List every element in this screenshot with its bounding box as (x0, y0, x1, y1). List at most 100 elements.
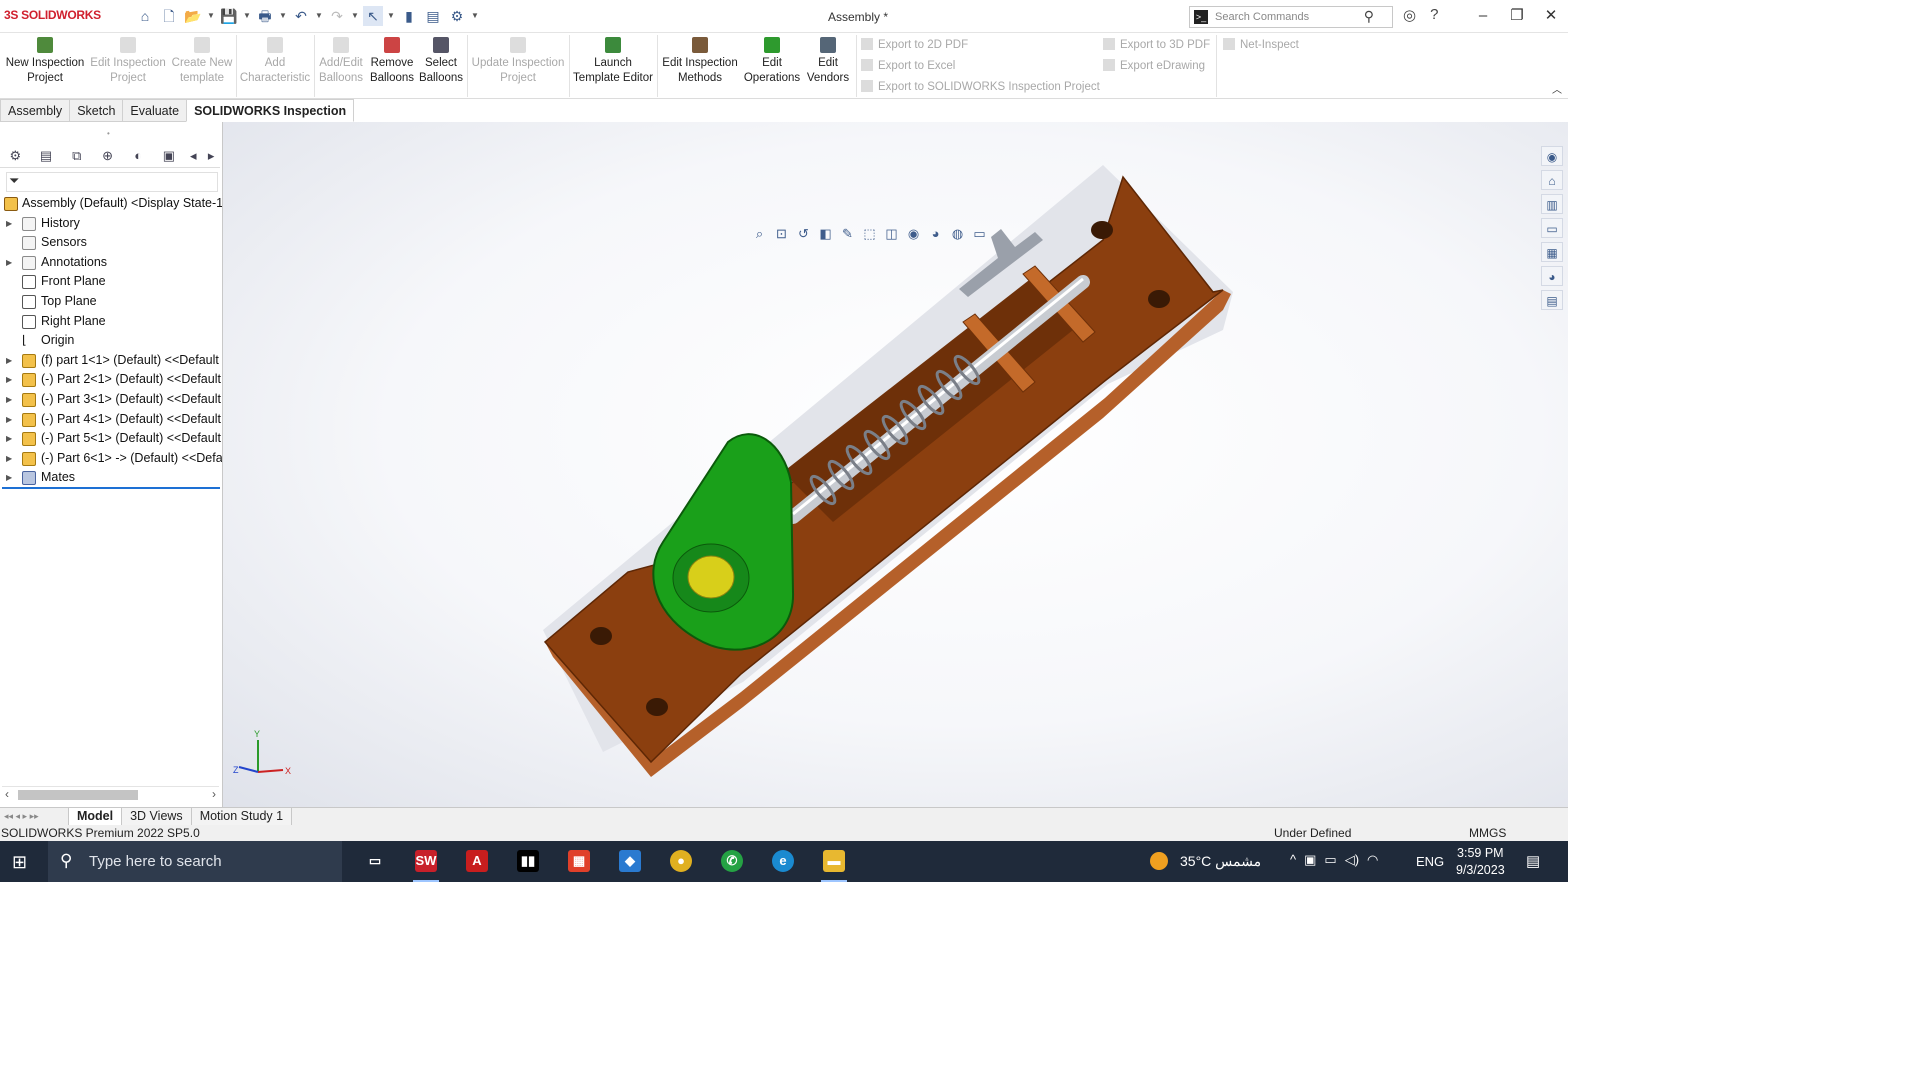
taskbar-app-office[interactable]: ▦ (554, 841, 605, 882)
expand-icon[interactable]: ▶ (6, 390, 12, 410)
tree-item-right-plane[interactable]: Right Plane (0, 312, 222, 332)
configuration-manager-icon[interactable]: ⧉ (61, 146, 92, 166)
select-icon[interactable]: ↖ (363, 6, 383, 26)
rollback-bar[interactable] (2, 487, 220, 489)
taskbar-app-explorer[interactable]: ▬ (809, 841, 860, 882)
tree-item-origin[interactable]: ⌊ Origin (0, 331, 222, 351)
edit-operations-button[interactable]: Edit Operations (743, 37, 801, 86)
options-gear-icon[interactable]: ⚙ (447, 6, 467, 26)
panel-grip-icon[interactable]: • (107, 129, 110, 138)
tree-item-part-5[interactable]: ▶ (-) Part 5<1> (Default) <<Default (0, 429, 222, 449)
camera-icon[interactable]: ▣ (1304, 852, 1316, 868)
chevron-down-icon[interactable]: ▼ (471, 6, 479, 26)
tree-item-front-plane[interactable]: Front Plane (0, 272, 222, 292)
wifi-icon[interactable]: ◠ (1367, 852, 1378, 868)
scroll-left-icon[interactable]: ‹ (5, 787, 9, 801)
expand-icon[interactable]: ▶ (6, 370, 12, 390)
scroll-right-icon[interactable]: › (212, 787, 216, 801)
tree-item-part-4[interactable]: ▶ (-) Part 4<1> (Default) <<Default (0, 410, 222, 430)
expand-icon[interactable]: ▶ (6, 429, 12, 449)
edit-inspection-methods-button[interactable]: Edit Inspection Methods (659, 37, 741, 86)
print-icon[interactable]: 🖶 (255, 6, 275, 26)
volume-icon[interactable]: ◁) (1345, 852, 1359, 868)
add-characteristic-button[interactable]: Add Characteristic (238, 37, 312, 86)
tree-item-top-plane[interactable]: Top Plane (0, 292, 222, 312)
select-balloons-button[interactable]: Select Balloons (418, 37, 464, 86)
expand-icon[interactable]: ▶ (6, 410, 12, 430)
notifications-icon[interactable]: ▤ (1526, 852, 1540, 870)
chevron-down-icon[interactable]: ▼ (351, 6, 359, 26)
chevron-down-icon[interactable]: ▼ (207, 6, 215, 26)
tree-item-history[interactable]: ▶ History (0, 214, 222, 234)
display-manager-icon[interactable]: ◐ (123, 146, 154, 166)
traffic-light-icon[interactable]: ▮ (399, 6, 419, 26)
view-palette-icon[interactable]: ▦ (1541, 242, 1563, 262)
net-inspect-button[interactable]: Net-Inspect (1223, 38, 1299, 51)
home-icon[interactable]: ⌂ (1541, 170, 1563, 190)
graphics-area[interactable]: ⌕ ⊡ ↺ ◧ ✎ ⬚ ◫ ◉ ◕ ◍ ▭ ◫ ◨ – ❐ ✕ (223, 122, 1568, 807)
tab-3d-views[interactable]: 3D Views (121, 808, 192, 826)
minimize-icon[interactable]: – (1466, 4, 1500, 28)
tab-assembly[interactable]: Assembly (0, 99, 71, 122)
search-commands[interactable]: >_ Search Commands ⚲ (1189, 6, 1393, 28)
tree-item-part-3[interactable]: ▶ (-) Part 3<1> (Default) <<Default (0, 390, 222, 410)
taskbar-search-input[interactable]: Type here to search (89, 853, 222, 870)
filter-field[interactable]: ⏷ (6, 172, 218, 192)
input-language[interactable]: ENG (1416, 854, 1444, 869)
search-input[interactable]: Search Commands (1215, 11, 1309, 23)
tab-model[interactable]: Model (68, 808, 123, 826)
new-inspection-project-button[interactable]: New Inspection Project (4, 37, 86, 86)
edit-vendors-button[interactable]: Edit Vendors (803, 37, 853, 86)
system-clock[interactable]: 3:59 PM 9/3/2023 (1456, 845, 1505, 879)
taskbar-app-edge[interactable]: e (758, 841, 809, 882)
tree-item-mates[interactable]: ▶ Mates (0, 468, 222, 488)
tree-item-part-6[interactable]: ▶ (-) Part 6<1> -> (Default) <<Defa (0, 449, 222, 469)
inspection-tree-icon[interactable]: ▣ (154, 146, 185, 166)
tree-item-annotations[interactable]: ▶ Annotations (0, 253, 222, 273)
taskbar-search[interactable]: ⚲ Type here to search (48, 841, 342, 882)
launch-template-editor-button[interactable]: Launch Template Editor (571, 37, 655, 86)
taskbar-app-media[interactable]: ▮▮ (503, 841, 554, 882)
taskbar-app-chrome[interactable]: ● (656, 841, 707, 882)
solidworks-logo[interactable]: 3S SOLIDWORKS (4, 8, 101, 22)
help-icon[interactable]: ? (1430, 6, 1438, 24)
search-icon[interactable]: ⚲ (1364, 8, 1374, 25)
tab-scroll-arrows[interactable]: ◂◂ ◂ ▸ ▸▸ (0, 808, 68, 826)
export-inspection-project-button[interactable]: Export to SOLIDWORKS Inspection Project (861, 80, 1100, 93)
expand-icon[interactable]: ▶ (6, 214, 12, 234)
task-view-icon[interactable]: ▭ (350, 841, 401, 882)
restore-icon[interactable]: ❐ (1500, 4, 1534, 28)
custom-properties-icon[interactable]: ▤ (1541, 290, 1563, 310)
user-icon[interactable]: ◎ (1403, 6, 1416, 24)
appearances-icon[interactable]: ◕ (1541, 266, 1563, 286)
file-properties-icon[interactable]: ▤ (423, 6, 443, 26)
edit-inspection-project-button[interactable]: Edit Inspection Project (88, 37, 168, 86)
redo-icon[interactable]: ↷ (327, 6, 347, 26)
filter-icon[interactable]: ⏷ (9, 173, 19, 188)
scrollbar-thumb[interactable] (18, 790, 138, 800)
tree-root-assembly[interactable]: Assembly (Default) <Display State-1 (0, 194, 222, 214)
weather-icon[interactable] (1150, 852, 1168, 870)
design-library-icon[interactable]: ▥ (1541, 194, 1563, 214)
scroll-right-icon[interactable]: ▸ (202, 146, 220, 166)
unit-system[interactable]: MMGS (1469, 825, 1506, 841)
add-edit-balloons-button[interactable]: Add/Edit Balloons (316, 37, 366, 86)
expand-icon[interactable]: ▶ (6, 351, 12, 371)
export-3d-pdf-button[interactable]: Export to 3D PDF (1103, 38, 1210, 51)
create-template-button[interactable]: Create New template (170, 37, 234, 86)
remove-balloons-button[interactable]: Remove Balloons (368, 37, 416, 86)
undo-icon[interactable]: ↶ (291, 6, 311, 26)
new-document-icon[interactable]: 🗋 (159, 6, 179, 26)
taskbar-app-autodesk[interactable]: A (452, 841, 503, 882)
tree-item-part-1[interactable]: ▶ (f) part 1<1> (Default) <<Default (0, 351, 222, 371)
tab-evaluate[interactable]: Evaluate (122, 99, 188, 122)
export-2d-pdf-button[interactable]: Export to 2D PDF (861, 38, 968, 51)
feature-tree-icon[interactable]: ⚙ (0, 146, 31, 166)
expand-icon[interactable]: ▶ (6, 253, 12, 273)
taskbar-app-solidworks[interactable]: SW (401, 841, 452, 882)
expand-icon[interactable]: ▶ (6, 449, 12, 469)
close-icon[interactable]: ✕ (1534, 4, 1568, 28)
chevron-down-icon[interactable]: ▼ (243, 6, 251, 26)
collapse-ribbon-icon[interactable]: ︿ (1552, 81, 1562, 96)
property-manager-icon[interactable]: ▤ (31, 146, 62, 166)
